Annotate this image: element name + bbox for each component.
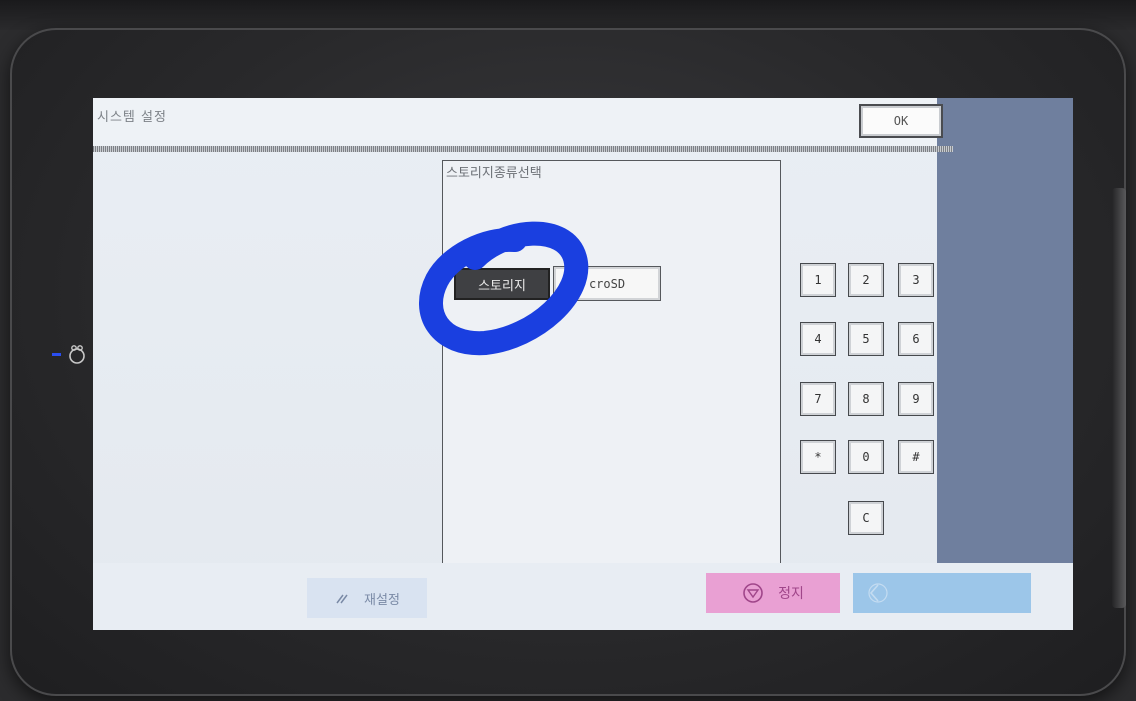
- key-9[interactable]: 9: [898, 382, 934, 416]
- key-5[interactable]: 5: [848, 322, 884, 356]
- reset-button[interactable]: 재설정: [307, 578, 427, 618]
- ok-button[interactable]: OK: [859, 104, 943, 138]
- touch-screen: 시스템 설정 OK 스토리지종류선택 스토리지 croSD 1 2 3 4 5 …: [93, 98, 1073, 630]
- panel-title: 스토리지종류선택: [446, 166, 542, 181]
- page-title: 시스템 설정: [97, 110, 167, 125]
- title-divider: [93, 146, 953, 152]
- key-6[interactable]: 6: [898, 322, 934, 356]
- key-4[interactable]: 4: [800, 322, 836, 356]
- key-hash[interactable]: #: [898, 440, 934, 474]
- storage-option-button[interactable]: 스토리지: [454, 268, 550, 300]
- stop-button[interactable]: 정지: [706, 573, 840, 613]
- key-7[interactable]: 7: [800, 382, 836, 416]
- microsd-option-button[interactable]: croSD: [553, 266, 661, 301]
- title-bar: 시스템 설정: [93, 98, 937, 148]
- home-icon[interactable]: [66, 343, 88, 365]
- key-1[interactable]: 1: [800, 263, 836, 297]
- key-clear[interactable]: C: [848, 501, 884, 535]
- device-top-edge: [0, 0, 1136, 30]
- stop-icon: [743, 583, 763, 603]
- bezel-edge: [1112, 188, 1126, 608]
- key-8[interactable]: 8: [848, 382, 884, 416]
- slash-icon: [336, 594, 348, 604]
- key-0[interactable]: 0: [848, 440, 884, 474]
- right-side-panel: [937, 98, 1073, 563]
- start-button[interactable]: [853, 573, 1031, 613]
- home-indicator-led: [52, 353, 61, 356]
- start-icon: [868, 583, 888, 603]
- key-star[interactable]: *: [800, 440, 836, 474]
- reset-label: 재설정: [364, 592, 400, 608]
- stop-label: 정지: [778, 586, 804, 602]
- key-2[interactable]: 2: [848, 263, 884, 297]
- key-3[interactable]: 3: [898, 263, 934, 297]
- storage-type-panel: 스토리지종류선택: [442, 160, 781, 564]
